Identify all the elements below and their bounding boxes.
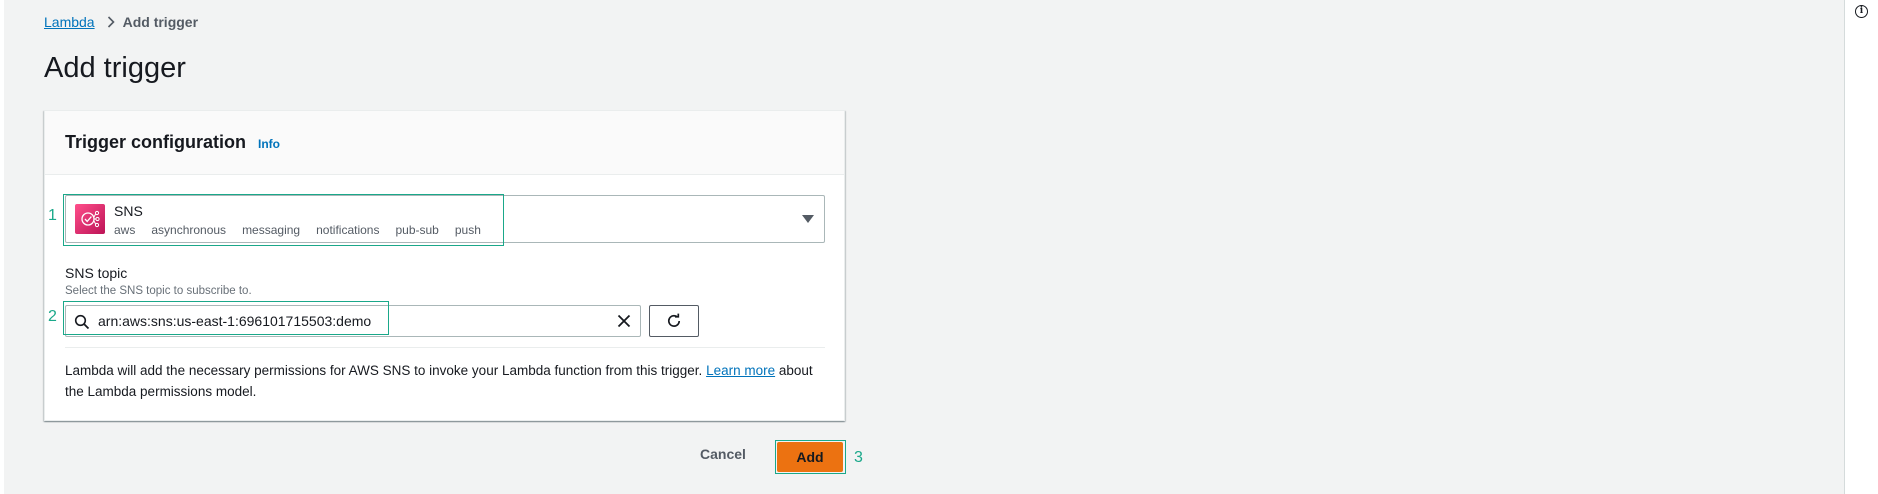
option-tags: aws asynchronous messaging notifications… (114, 223, 481, 237)
chevron-right-icon (107, 16, 115, 28)
sns-topic-autosuggest (65, 305, 641, 337)
right-panel-divider (1844, 0, 1845, 494)
sns-topic-label: SNS topic (65, 265, 128, 281)
trigger-configuration-panel: Trigger configuration Info SNS aws async… (44, 110, 845, 421)
cancel-button[interactable]: Cancel (700, 446, 746, 462)
selected-option-label: SNS (114, 203, 143, 219)
option-tag: aws (114, 223, 136, 237)
caret-down-icon[interactable] (802, 215, 814, 223)
sns-topic-input[interactable] (98, 307, 598, 335)
notice-text: Lambda will add the necessary permission… (65, 363, 703, 378)
option-tag: notifications (316, 223, 380, 237)
learn-more-link[interactable]: Learn more (706, 363, 775, 378)
annotation-number-2: 2 (48, 308, 57, 325)
sns-service-icon (75, 204, 105, 234)
breadcrumb-lambda-link[interactable]: Lambda (44, 14, 95, 30)
panel-title: Trigger configuration (65, 132, 247, 152)
sns-topic-description: Select the SNS topic to subscribe to. (65, 285, 252, 297)
close-icon[interactable] (616, 313, 632, 329)
page-title: Add trigger (44, 52, 186, 84)
permissions-notice: Lambda will add the necessary permission… (65, 360, 835, 402)
breadcrumb: Lambda Add trigger (44, 14, 198, 30)
trigger-source-select[interactable]: SNS aws asynchronous messaging notificat… (65, 195, 825, 243)
divider (65, 347, 825, 348)
option-tag: pub-sub (395, 223, 439, 237)
refresh-icon (665, 312, 683, 330)
option-tag: push (454, 223, 481, 237)
option-tag: asynchronous (151, 223, 227, 237)
search-icon (74, 314, 90, 330)
option-tag: messaging (242, 223, 301, 237)
info-icon[interactable]: i (1855, 5, 1868, 18)
info-link[interactable]: Info (258, 137, 280, 151)
annotation-number-3: 3 (854, 449, 863, 466)
annotation-number-1: 1 (48, 207, 57, 224)
add-button[interactable]: Add (777, 442, 843, 472)
panel-header: Trigger configuration Info (45, 111, 844, 175)
breadcrumb-current: Add trigger (122, 14, 199, 30)
refresh-button[interactable] (649, 305, 699, 337)
